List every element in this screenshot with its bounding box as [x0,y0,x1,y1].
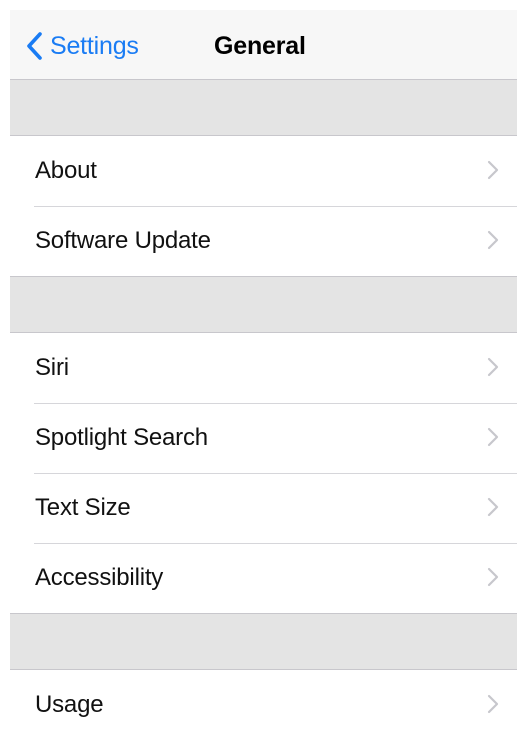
navigation-bar: Settings General [10,10,517,80]
chevron-right-icon [487,567,499,587]
back-button[interactable]: Settings [24,30,139,62]
list-item-accessibility[interactable]: Accessibility [10,543,517,613]
settings-general-screen: Settings General About Software Update S… [10,10,517,738]
screen: Settings General About Software Update S… [0,0,517,738]
list-item-spotlight-search[interactable]: Spotlight Search [10,403,517,473]
chevron-right-icon [487,160,499,180]
list-item-label: Text Size [35,494,131,521]
list-item-label: About [35,157,97,184]
settings-group-2: Siri Spotlight Search Text Size Accessib… [10,333,517,614]
section-spacer [10,277,517,333]
list-item-label: Accessibility [35,564,164,591]
chevron-right-icon [487,427,499,447]
list-item-usage[interactable]: Usage [10,670,517,738]
chevron-right-icon [487,497,499,517]
settings-group-3: Usage [10,670,517,738]
chevron-left-icon [27,32,42,60]
list-item-label: Software Update [35,227,211,254]
chevron-right-icon [487,357,499,377]
section-spacer [10,80,517,136]
list-item-about[interactable]: About [10,136,517,206]
page-title: General [214,32,306,60]
chevron-right-icon [487,230,499,250]
list-item-text-size[interactable]: Text Size [10,473,517,543]
list-item-label: Spotlight Search [35,424,208,451]
list-item-label: Usage [35,691,104,718]
list-item-label: Siri [35,354,69,381]
chevron-right-icon [487,694,499,714]
list-item-software-update[interactable]: Software Update [10,206,517,276]
settings-group-1: About Software Update [10,136,517,277]
section-spacer [10,614,517,670]
list-item-siri[interactable]: Siri [10,333,517,403]
back-button-label: Settings [50,31,139,60]
